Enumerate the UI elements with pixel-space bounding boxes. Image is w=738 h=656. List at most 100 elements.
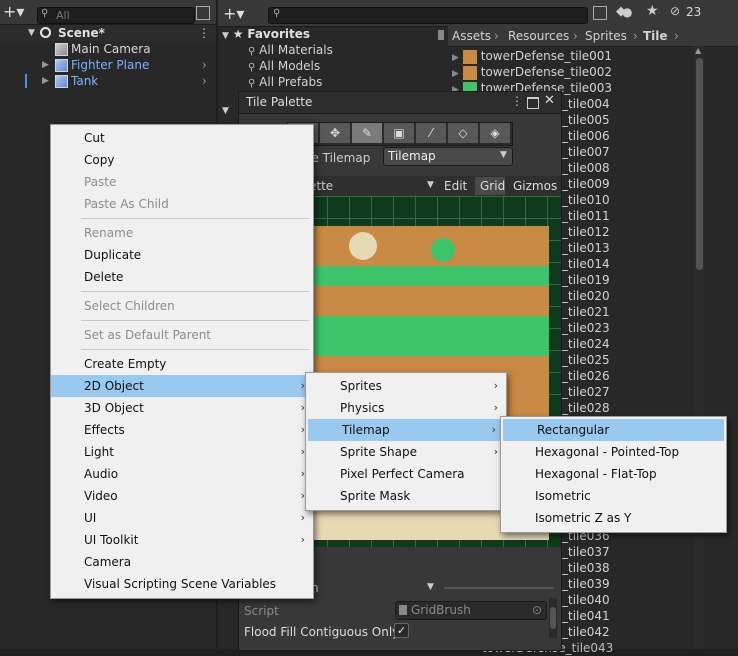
menu-item-ui-toolkit[interactable]: UI Toolkit › <box>51 529 313 551</box>
paint-brush-tool-icon[interactable]: ✎ <box>352 123 383 143</box>
favorite-item[interactable]: ⚲ All Materials <box>248 42 333 58</box>
breadcrumb-item[interactable]: Assets <box>452 26 491 46</box>
filter-tag-icon[interactable]: ● <box>622 5 632 19</box>
favorites-header[interactable]: ▼ ★ Favorites <box>222 26 442 42</box>
file-item[interactable]: _tile020 <box>562 288 702 304</box>
menu-item-hexagonal-flat-top[interactable]: Hexagonal - Flat-Top <box>501 463 726 485</box>
file-item[interactable]: _tile041 <box>562 608 702 624</box>
flood-fill-checkbox[interactable]: ✓ <box>394 623 409 638</box>
file-item[interactable]: _tile024 <box>562 336 702 352</box>
menu-item-video[interactable]: Video › <box>51 485 313 507</box>
inspector-scrollbar-thumb[interactable] <box>550 607 556 629</box>
file-item[interactable]: _tile011 <box>562 208 702 224</box>
breadcrumb-item[interactable]: Tile <box>643 26 668 46</box>
file-item[interactable]: _tile019 <box>562 272 702 288</box>
expand-arrow-icon[interactable]: ▶ <box>452 53 459 63</box>
menu-item-3d-object[interactable]: 3D Object › <box>51 397 313 419</box>
picker-tool-icon[interactable]: ⁄ <box>416 123 447 143</box>
eraser-tool-icon[interactable]: ◇ <box>448 123 479 143</box>
file-item[interactable]: _tile037 <box>562 544 702 560</box>
menu-item-light[interactable]: Light › <box>51 441 313 463</box>
kebab-menu-icon[interactable]: ⋮ <box>198 25 210 41</box>
file-item[interactable]: _tile010 <box>562 192 702 208</box>
file-item[interactable]: _tile027 <box>562 384 702 400</box>
file-item[interactable]: _tile038 <box>562 560 702 576</box>
menu-item-rename[interactable]: Rename <box>51 222 313 244</box>
box-fill-tool-icon[interactable]: ▣ <box>384 123 415 143</box>
move-tool-icon[interactable]: ✥ <box>320 123 351 143</box>
file-scrollbar-thumb[interactable] <box>696 58 703 270</box>
expand-arrow-icon[interactable]: ▶ <box>42 57 49 73</box>
menu-item-paste-as-child[interactable]: Paste As Child <box>51 193 313 215</box>
menu-item-create-empty[interactable]: Create Empty <box>51 353 313 375</box>
menu-item-rectangular[interactable]: Rectangular <box>503 419 724 441</box>
file-item[interactable]: _tile014 <box>562 256 702 272</box>
tree-scrollbar[interactable] <box>438 30 444 40</box>
object-picker-icon[interactable]: ⊙ <box>532 603 542 617</box>
menu-item-visual-scripting-scene-variables[interactable]: Visual Scripting Scene Variables <box>51 573 313 595</box>
menu-item-sprite-mask[interactable]: Sprite Mask <box>306 485 506 507</box>
file-item[interactable]: ▶ towerDefense_tile001 <box>452 48 612 64</box>
menu-item-select-children[interactable]: Select Children <box>51 295 313 317</box>
favorite-star-icon[interactable]: ★ <box>646 3 659 19</box>
file-item[interactable]: _tile039 <box>562 576 702 592</box>
gizmos-button[interactable]: Gizmos <box>513 179 557 193</box>
file-item[interactable]: _tile023 <box>562 320 702 336</box>
splitter-handle[interactable] <box>444 587 554 589</box>
menu-item-ui[interactable]: UI › <box>51 507 313 529</box>
file-item[interactable]: _tile021 <box>562 304 702 320</box>
file-item[interactable]: _tile005 <box>562 112 702 128</box>
add-icon[interactable]: +▾ <box>3 2 24 21</box>
file-item[interactable]: _tile007 <box>562 144 702 160</box>
favorite-item[interactable]: ⚲ All Prefabs <box>248 74 322 90</box>
hidden-packages-icon[interactable]: ⊘ <box>670 4 680 18</box>
palette-titlebar[interactable]: Tile Palette ⋮ ✕ <box>239 92 561 114</box>
close-icon[interactable]: ✕ <box>544 93 555 108</box>
expand-arrow-icon[interactable]: ▼ <box>222 31 229 41</box>
menu-item-delete[interactable]: Delete <box>51 266 313 288</box>
breadcrumb-item[interactable]: Sprites <box>585 26 627 46</box>
filter-type-icon[interactable] <box>593 6 607 20</box>
expand-arrow-icon[interactable]: ▼ <box>222 106 229 116</box>
file-item[interactable]: _tile025 <box>562 352 702 368</box>
project-search-input[interactable]: ⚲ <box>268 7 588 24</box>
file-item[interactable]: _tile026 <box>562 368 702 384</box>
chevron-right-icon[interactable]: › <box>202 57 207 73</box>
file-item[interactable]: _tile028 <box>562 400 702 416</box>
expand-arrow-icon[interactable]: ▼ <box>28 25 35 41</box>
menu-item-isometric-z-as-y[interactable]: Isometric Z as Y <box>501 507 726 529</box>
menu-item-copy[interactable]: Copy <box>51 149 313 171</box>
file-item[interactable]: _tile012 <box>562 224 702 240</box>
file-item[interactable]: _tile009 <box>562 176 702 192</box>
hierarchy-item[interactable]: Main Camera <box>0 41 216 57</box>
add-icon[interactable]: +▾ <box>223 4 244 23</box>
file-item[interactable]: _tile040 <box>562 592 702 608</box>
file-item[interactable]: _tile004 <box>562 96 702 112</box>
menu-item-physics[interactable]: Physics › <box>306 397 506 419</box>
favorite-item[interactable]: ⚲ All Models <box>248 58 320 74</box>
menu-item-sprite-shape[interactable]: Sprite Shape › <box>306 441 506 463</box>
menu-item-effects[interactable]: Effects › <box>51 419 313 441</box>
menu-item-isometric[interactable]: Isometric <box>501 485 726 507</box>
menu-item-camera[interactable]: Camera <box>51 551 313 573</box>
file-item[interactable]: _tile006 <box>562 128 702 144</box>
hierarchy-item[interactable]: ▶ Tank › <box>0 73 216 89</box>
menu-item-2d-object[interactable]: 2D Object › <box>51 375 313 397</box>
menu-item-paste[interactable]: Paste <box>51 171 313 193</box>
file-item[interactable]: _tile008 <box>562 160 702 176</box>
expand-arrow-icon[interactable]: ▶ <box>42 73 49 89</box>
menu-item-tilemap[interactable]: Tilemap › <box>308 419 504 441</box>
active-tilemap-dropdown[interactable]: Tilemap ▼ <box>383 147 513 166</box>
file-item[interactable]: ▶ towerDefense_tile002 <box>452 64 612 80</box>
scene-row[interactable]: ▼ Scene* ⋮ <box>0 25 216 41</box>
hierarchy-item[interactable]: ▶ Fighter Plane › <box>0 57 216 73</box>
menu-item-duplicate[interactable]: Duplicate <box>51 244 313 266</box>
edit-button[interactable]: Edit <box>444 179 467 193</box>
chevron-right-icon[interactable]: › <box>202 73 207 89</box>
breadcrumb-item[interactable]: Resources <box>508 26 569 46</box>
file-item[interactable]: _tile042 <box>562 624 702 640</box>
chevron-up-icon[interactable]: ▲ <box>695 46 701 55</box>
file-item[interactable]: _tile013 <box>562 240 702 256</box>
menu-item-pixel-perfect-camera[interactable]: Pixel Perfect Camera <box>306 463 506 485</box>
fill-bucket-tool-icon[interactable]: ◈ <box>480 123 511 143</box>
